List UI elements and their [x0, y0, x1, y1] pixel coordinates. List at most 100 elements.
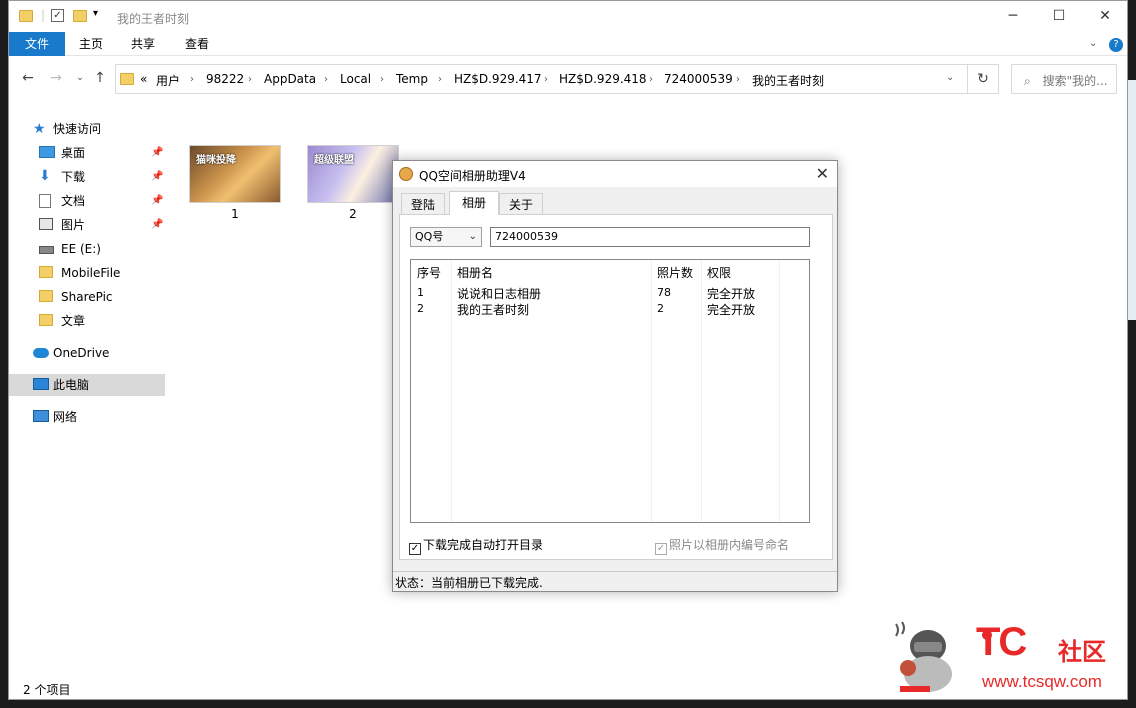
- nav-desktop[interactable]: 桌面 📌: [9, 142, 165, 164]
- ribbon: 文件 主页 共享 查看 ⌄ ?: [9, 32, 1127, 56]
- search-input[interactable]: ⌕ 搜索"我的...: [1011, 64, 1117, 94]
- nav-this-pc[interactable]: 此电脑: [9, 374, 165, 396]
- watermark: TC 社区 www.tcsqw.com: [884, 610, 1128, 700]
- refresh-button[interactable]: ↻: [968, 64, 999, 94]
- recent-locations-icon[interactable]: ⌄: [71, 69, 89, 87]
- help-icon[interactable]: ?: [1109, 38, 1123, 52]
- folder-icon: [19, 10, 33, 22]
- nav-downloads[interactable]: ⬇ 下载 📌: [9, 166, 165, 188]
- dialog-title-bar: QQ空间相册助理V4 ✕: [393, 161, 837, 187]
- tab-view[interactable]: 查看: [185, 32, 209, 56]
- file-name: 1: [231, 207, 239, 221]
- crumb-hz417[interactable]: HZ$D.929.417: [454, 72, 542, 86]
- crumb-users[interactable]: 用户: [156, 72, 180, 89]
- crumb-qq[interactable]: 724000539: [664, 72, 733, 86]
- nav-pictures[interactable]: 图片 📌: [9, 214, 165, 236]
- overflow-crumbs[interactable]: «: [140, 72, 147, 86]
- album-helper-dialog: QQ空间相册助理V4 ✕ 登陆 相册 关于 QQ号 ⌄ 724000539 序号…: [392, 160, 838, 592]
- tab-about[interactable]: 关于: [499, 193, 543, 215]
- tab-album[interactable]: 相册: [449, 191, 499, 215]
- nav-network[interactable]: 网络: [9, 406, 165, 428]
- auto-open-checkbox[interactable]: ✓ 下载完成自动打开目录: [409, 536, 543, 555]
- tab-login[interactable]: 登陆: [401, 193, 445, 215]
- tab-file[interactable]: 文件: [9, 32, 65, 56]
- folder-icon: [120, 73, 134, 85]
- column-header[interactable]: 照片数: [657, 264, 693, 281]
- pin-icon[interactable]: 📌: [151, 214, 163, 236]
- nav-label: EE (E:): [61, 242, 101, 256]
- tab-home[interactable]: 主页: [79, 32, 103, 56]
- thumbnail-text: 猫咪投降: [196, 155, 236, 166]
- pin-icon[interactable]: 📌: [151, 190, 163, 212]
- navigation-pane: ★ 快速访问 桌面 📌 ⬇ 下载 📌 文档 📌 图片 📌 EE (E:) Mob…: [9, 113, 169, 424]
- qq-number-input[interactable]: 724000539: [490, 227, 810, 247]
- nav-documents[interactable]: 文档 📌: [9, 190, 165, 212]
- chevron-right-icon[interactable]: ›: [324, 74, 328, 85]
- close-button[interactable]: ✕: [1093, 5, 1117, 27]
- file-item[interactable]: 超级联盟 2: [307, 145, 399, 221]
- desktop-icon: [39, 146, 55, 158]
- folder-icon: [39, 290, 53, 302]
- chevron-right-icon[interactable]: ›: [380, 74, 384, 85]
- nav-label: 网络: [53, 410, 78, 424]
- nav-label: OneDrive: [53, 346, 110, 360]
- crumb-appdata[interactable]: AppData: [264, 72, 316, 86]
- file-item[interactable]: 猫咪投降 1: [189, 145, 281, 221]
- rename-by-index-checkbox[interactable]: ✓ 照片以相册内编号命名: [655, 536, 789, 555]
- crumb-temp[interactable]: Temp: [396, 72, 428, 86]
- back-icon[interactable]: ←: [19, 69, 37, 87]
- up-icon[interactable]: ↑: [91, 69, 109, 87]
- nav-drive-e[interactable]: EE (E:): [9, 238, 165, 260]
- chevron-right-icon[interactable]: ›: [649, 74, 653, 85]
- nav-articles[interactable]: 文章: [9, 310, 165, 332]
- nav-sharepic[interactable]: SharePic: [9, 286, 165, 308]
- computer-icon: [33, 378, 49, 390]
- select-value: QQ号: [415, 230, 444, 243]
- crumb-user[interactable]: 98222: [206, 72, 244, 86]
- app-icon: [399, 167, 413, 181]
- row-photo-count: 2: [657, 302, 664, 315]
- watermark-url: www.tcsqw.com: [982, 672, 1102, 691]
- expand-ribbon-icon[interactable]: ⌄: [1089, 32, 1097, 56]
- chevron-right-icon[interactable]: ›: [438, 74, 442, 85]
- nav-label: SharePic: [61, 290, 113, 304]
- album-tab-panel: QQ号 ⌄ 724000539 序号 相册名 照片数 权限 1 说说和日志相册 …: [399, 214, 833, 560]
- network-icon: [33, 410, 49, 422]
- album-list[interactable]: 序号 相册名 照片数 权限 1 说说和日志相册 78 完全开放 2 我的王者时刻…: [410, 259, 810, 523]
- chevron-down-icon[interactable]: ⌄: [946, 72, 954, 83]
- nav-onedrive[interactable]: OneDrive: [9, 342, 165, 364]
- minimize-button[interactable]: ─: [1001, 5, 1025, 27]
- maximize-button[interactable]: ☐: [1047, 5, 1071, 27]
- crumb-local[interactable]: Local: [340, 72, 371, 86]
- nav-mobilefile[interactable]: MobileFile: [9, 262, 165, 284]
- pin-icon[interactable]: 📌: [151, 166, 163, 188]
- row-photo-count: 78: [657, 286, 671, 299]
- row-album-name: 说说和日志相册: [457, 287, 542, 301]
- new-folder-icon[interactable]: [73, 10, 87, 22]
- properties-icon[interactable]: ✓: [51, 9, 64, 22]
- row-index: 1: [417, 286, 424, 299]
- row-index: 2: [417, 302, 424, 315]
- chevron-right-icon[interactable]: ›: [190, 74, 194, 85]
- column-header[interactable]: 相册名: [457, 264, 493, 281]
- picture-icon: [39, 218, 53, 230]
- customize-toolbar-icon[interactable]: ▾: [93, 8, 98, 26]
- close-icon[interactable]: ✕: [816, 164, 829, 183]
- watermark-suffix: 社区: [1058, 638, 1106, 666]
- chevron-right-icon[interactable]: ›: [736, 74, 740, 85]
- document-icon: [39, 194, 51, 208]
- crumb-hz418[interactable]: HZ$D.929.418: [559, 72, 647, 86]
- id-type-select[interactable]: QQ号 ⌄: [410, 227, 482, 247]
- pin-icon[interactable]: 📌: [151, 142, 163, 164]
- drive-icon: [39, 246, 54, 254]
- crumb-album[interactable]: 我的王者时刻: [752, 72, 824, 89]
- nav-quick-access[interactable]: ★ 快速访问: [9, 118, 165, 140]
- column-header[interactable]: 权限: [707, 264, 731, 281]
- column-header[interactable]: 序号: [417, 264, 441, 281]
- chevron-right-icon[interactable]: ›: [544, 74, 548, 85]
- chevron-right-icon[interactable]: ›: [248, 74, 252, 85]
- image-thumbnail: 猫咪投降: [189, 145, 281, 203]
- forward-icon[interactable]: →: [47, 69, 65, 87]
- address-bar[interactable]: « 用户 › 98222 › AppData › Local › Temp › …: [115, 64, 968, 94]
- tab-share[interactable]: 共享: [131, 32, 155, 56]
